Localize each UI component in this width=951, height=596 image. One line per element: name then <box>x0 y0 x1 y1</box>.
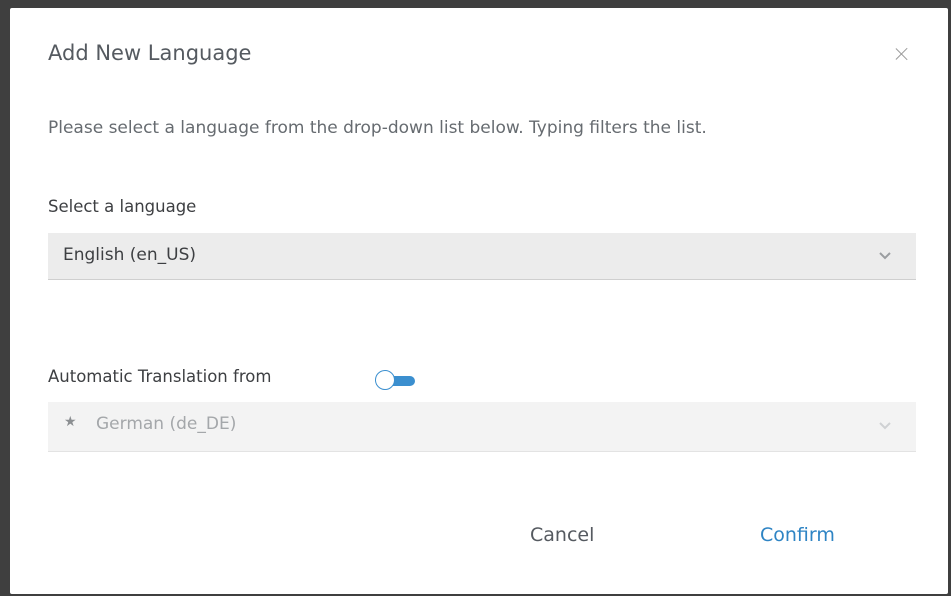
toggle-knob <box>375 370 395 390</box>
language-select[interactable]: English (en_US) <box>48 233 916 280</box>
select-language-label: Select a language <box>48 197 197 216</box>
confirm-button[interactable]: Confirm <box>760 524 835 546</box>
chevron-down-icon <box>879 422 891 430</box>
translation-source-value: German (de_DE) <box>96 414 237 434</box>
chevron-down-icon <box>879 252 891 260</box>
auto-translation-toggle[interactable] <box>375 370 419 392</box>
add-language-dialog: Add New Language Please select a languag… <box>10 8 948 594</box>
cancel-button[interactable]: Cancel <box>530 524 594 546</box>
dialog-intro-text: Please select a language from the drop-d… <box>48 118 707 138</box>
language-select-value: English (en_US) <box>63 245 197 265</box>
star-icon: ★ <box>64 414 77 430</box>
dialog-title: Add New Language <box>48 41 252 65</box>
translation-source-select: ★ German (de_DE) <box>48 402 916 452</box>
auto-translation-label: Automatic Translation from <box>48 367 272 386</box>
close-icon[interactable] <box>892 44 912 64</box>
